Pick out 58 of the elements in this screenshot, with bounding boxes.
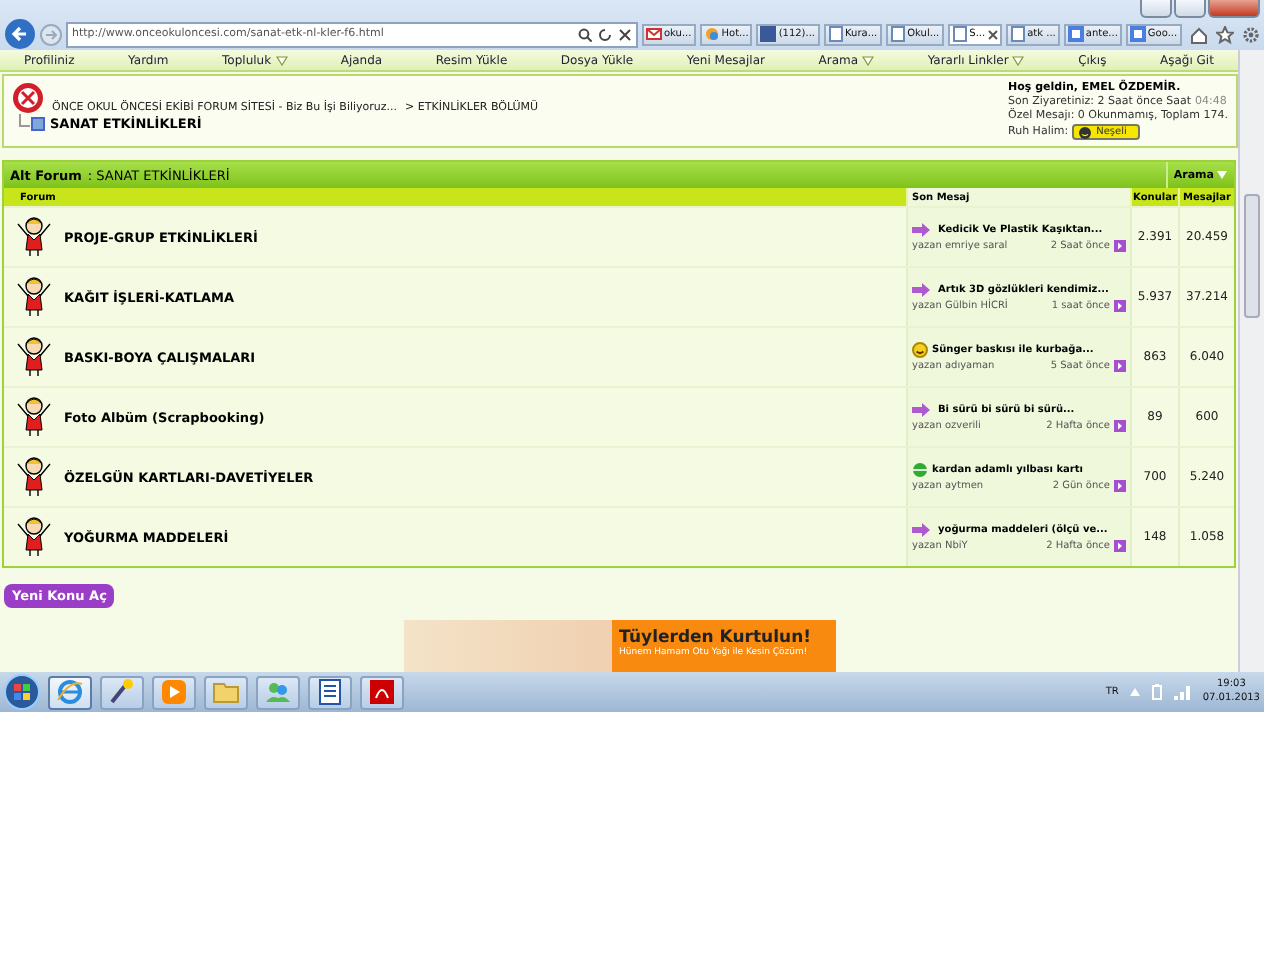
page-icon	[827, 26, 844, 42]
taskbar-button[interactable]	[308, 675, 352, 709]
close-icon[interactable]	[987, 29, 998, 39]
play-icon	[160, 678, 188, 706]
star-icon[interactable]	[1216, 25, 1234, 43]
taskbar-button[interactable]	[100, 675, 144, 709]
scrollbar-thumb[interactable]	[1244, 194, 1260, 318]
go-to-post-icon[interactable]	[1114, 300, 1126, 313]
arrow-icon	[912, 402, 934, 419]
cartoon-child-icon	[16, 216, 52, 259]
scrollbar[interactable]	[1238, 50, 1264, 672]
settings-icon[interactable]	[1242, 25, 1260, 43]
home-icon[interactable]	[1190, 25, 1208, 43]
go-to-post-icon[interactable]	[1114, 420, 1126, 433]
tool-icon	[108, 678, 136, 706]
close-button[interactable]	[1208, 0, 1260, 18]
ad-headline: Tüylerden Kurtulun!	[619, 628, 813, 649]
folder-tree-icon	[18, 114, 46, 133]
cartoon-child-icon	[16, 396, 52, 439]
page-icon	[1009, 26, 1026, 42]
smiley-icon	[1078, 125, 1093, 140]
search-icon[interactable]	[578, 27, 592, 41]
go-to-post-icon[interactable]	[1114, 540, 1126, 553]
mail-icon	[646, 26, 662, 42]
square-icon	[760, 26, 777, 42]
browser-icon	[56, 678, 84, 706]
minimize-button[interactable]	[1140, 0, 1172, 18]
refresh-icon[interactable]	[598, 27, 612, 41]
back-icon[interactable]	[4, 18, 36, 50]
page-icon	[951, 26, 968, 42]
pdf-icon	[368, 678, 396, 706]
people-icon	[264, 678, 292, 706]
go-to-post-icon[interactable]	[1114, 240, 1126, 253]
stop-icon[interactable]	[618, 27, 632, 41]
arrow-icon	[912, 282, 934, 299]
arrow-icon	[912, 222, 934, 239]
caret-icon	[1012, 55, 1025, 66]
arrow-icon	[912, 522, 934, 539]
cartoon-child-icon	[16, 336, 52, 379]
square-icon	[1129, 26, 1146, 42]
go-to-post-icon[interactable]	[1114, 480, 1126, 493]
page-icon	[889, 26, 906, 42]
taskbar-button[interactable]	[360, 675, 404, 709]
caret-icon	[1216, 170, 1228, 181]
go-to-post-icon[interactable]	[1114, 360, 1126, 373]
folder-icon	[212, 678, 240, 706]
document-icon	[316, 678, 344, 706]
caret-icon	[275, 55, 288, 66]
cartoon-child-icon	[16, 516, 52, 559]
cartoon-child-icon	[16, 456, 52, 499]
maximize-button[interactable]	[1174, 0, 1206, 18]
cartoon-child-icon	[16, 276, 52, 319]
start-button[interactable]	[4, 674, 40, 710]
smiley-icon	[912, 342, 928, 359]
caret-icon	[862, 55, 875, 66]
square-icon	[1067, 26, 1084, 42]
logo-icon	[12, 82, 44, 115]
taskbar-button[interactable]	[48, 675, 92, 709]
